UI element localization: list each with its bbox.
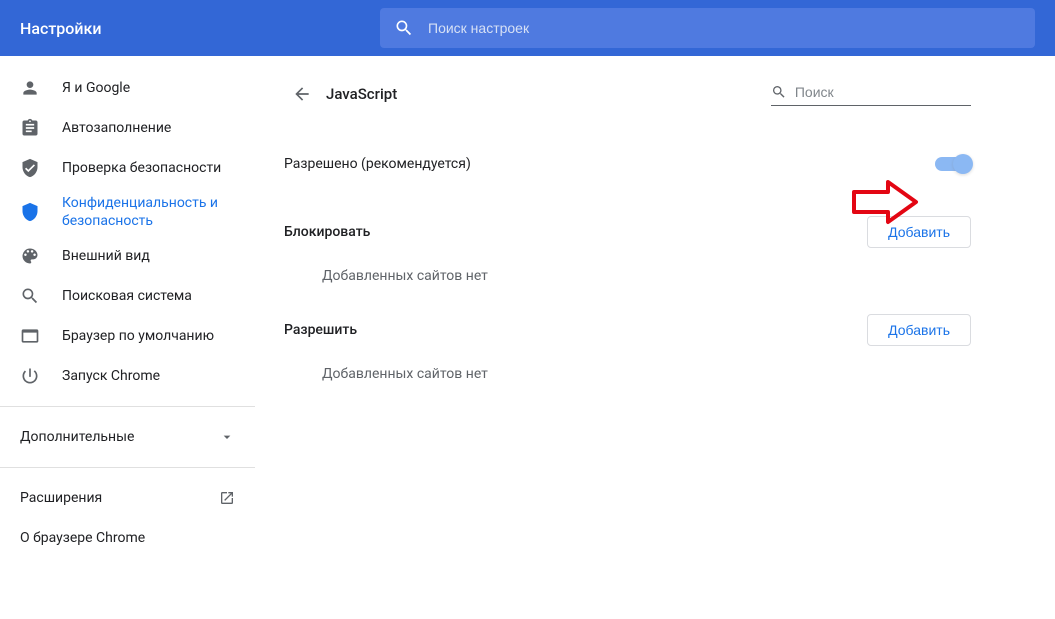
main-content: JavaScript Разрешено (рекомендуется) Бло… xyxy=(256,56,1055,619)
allowed-setting-row: Разрешено (рекомендуется) xyxy=(284,142,971,186)
sidebar-item-label: Запуск Chrome xyxy=(62,368,160,384)
sidebar-divider xyxy=(0,406,255,407)
power-icon xyxy=(20,366,40,386)
app-header: Настройки xyxy=(0,0,1055,56)
clipboard-icon xyxy=(20,118,40,138)
app-title: Настройки xyxy=(0,19,380,38)
sidebar-item-label: Автозаполнение xyxy=(62,120,171,136)
sidebar-extensions[interactable]: Расширения xyxy=(0,478,255,518)
block-add-button[interactable]: Добавить xyxy=(867,216,971,248)
sidebar-item-label: Браузер по умолчанию xyxy=(62,328,214,344)
sidebar-item-search-engine[interactable]: Поисковая система xyxy=(0,276,255,316)
sidebar-item-label: Проверка безопасности xyxy=(62,160,221,176)
allow-add-button[interactable]: Добавить xyxy=(867,314,971,346)
search-icon xyxy=(394,18,414,38)
search-icon xyxy=(20,286,40,306)
palette-icon xyxy=(20,246,40,266)
sidebar-item-label: Внешний вид xyxy=(62,248,150,264)
block-section: Блокировать Добавить Добавленных сайтов … xyxy=(284,216,971,284)
toggle-knob xyxy=(953,154,973,174)
shield-check-icon xyxy=(20,158,40,178)
page-header: JavaScript xyxy=(284,76,971,112)
back-button[interactable] xyxy=(284,76,320,112)
shield-icon xyxy=(20,202,40,222)
sidebar-item-privacy-security[interactable]: Конфиденциальность и безопасность xyxy=(0,188,255,236)
header-search-container xyxy=(380,8,1035,48)
allow-section-title: Разрешить xyxy=(284,322,357,338)
sidebar-item-safety-check[interactable]: Проверка безопасности xyxy=(0,148,255,188)
block-section-header: Блокировать Добавить xyxy=(284,216,971,248)
page-search[interactable] xyxy=(771,83,971,106)
header-search-input[interactable] xyxy=(428,20,1021,36)
page-search-input[interactable] xyxy=(795,84,971,100)
sidebar-advanced-label: Дополнительные xyxy=(20,429,134,445)
page-title: JavaScript xyxy=(326,85,397,103)
sidebar-item-appearance[interactable]: Внешний вид xyxy=(0,236,255,276)
block-empty-text: Добавленных сайтов нет xyxy=(284,268,971,284)
sidebar-advanced-toggle[interactable]: Дополнительные xyxy=(0,417,255,457)
browser-icon xyxy=(20,326,40,346)
sidebar-extensions-label: Расширения xyxy=(20,490,102,506)
sidebar: Я и Google Автозаполнение Проверка безоп… xyxy=(0,56,256,619)
sidebar-item-label: Поисковая система xyxy=(62,288,192,304)
sidebar-about-label: О браузере Chrome xyxy=(20,530,145,546)
chevron-down-icon xyxy=(219,429,235,445)
external-link-icon xyxy=(219,490,235,506)
sidebar-item-label: Я и Google xyxy=(62,80,130,96)
sidebar-divider xyxy=(0,467,255,468)
search-icon xyxy=(771,83,787,101)
allow-section-header: Разрешить Добавить xyxy=(284,314,971,346)
allow-section: Разрешить Добавить Добавленных сайтов не… xyxy=(284,314,971,382)
allow-empty-text: Добавленных сайтов нет xyxy=(284,366,971,382)
sidebar-item-label: Конфиденциальность и безопасность xyxy=(62,194,235,230)
javascript-toggle[interactable] xyxy=(935,157,971,171)
allowed-label: Разрешено (рекомендуется) xyxy=(284,156,471,172)
block-section-title: Блокировать xyxy=(284,224,370,240)
sidebar-item-autofill[interactable]: Автозаполнение xyxy=(0,108,255,148)
sidebar-item-you-and-google[interactable]: Я и Google xyxy=(0,68,255,108)
arrow-left-icon xyxy=(292,84,312,104)
sidebar-about[interactable]: О браузере Chrome xyxy=(0,518,255,558)
header-search-box[interactable] xyxy=(380,8,1035,48)
sidebar-item-default-browser[interactable]: Браузер по умолчанию xyxy=(0,316,255,356)
person-icon xyxy=(20,78,40,98)
sidebar-item-on-startup[interactable]: Запуск Chrome xyxy=(0,356,255,396)
